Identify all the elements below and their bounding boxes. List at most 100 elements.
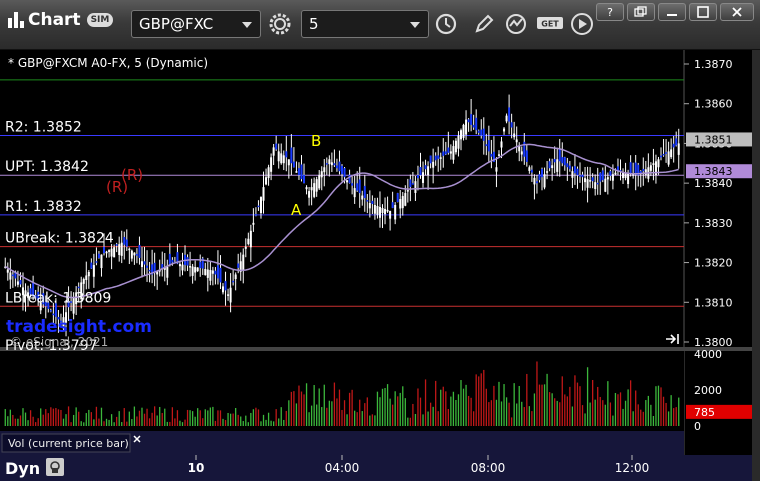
candle-body bbox=[308, 191, 311, 198]
candle-body bbox=[452, 146, 455, 160]
candle-body bbox=[505, 115, 508, 122]
candle-body bbox=[424, 165, 427, 170]
candle-body bbox=[166, 265, 169, 278]
candle-body bbox=[310, 187, 313, 191]
candle-body bbox=[90, 262, 93, 269]
candle-body bbox=[224, 281, 227, 291]
restore-button[interactable] bbox=[627, 3, 655, 21]
candle-body bbox=[411, 183, 414, 185]
chevron-down-icon[interactable] bbox=[410, 22, 420, 28]
candle-body bbox=[513, 133, 516, 138]
window-border bbox=[752, 50, 760, 481]
volume-axis[interactable]: 4000 2000 0785 bbox=[686, 348, 752, 433]
candle-body bbox=[330, 162, 333, 166]
candle-body bbox=[49, 310, 52, 312]
pencil-draw-icon[interactable] bbox=[470, 10, 498, 38]
candle-body bbox=[652, 163, 655, 165]
candle-body bbox=[252, 222, 255, 225]
candle-body bbox=[138, 244, 141, 258]
candle-body bbox=[335, 165, 338, 169]
candle-body bbox=[343, 168, 346, 178]
candle-body bbox=[563, 157, 566, 166]
candle-body bbox=[444, 151, 447, 155]
play-icon[interactable] bbox=[568, 10, 596, 38]
candle-body bbox=[267, 167, 270, 179]
candle-body bbox=[591, 177, 594, 182]
candle-body bbox=[189, 266, 192, 268]
lock-icon[interactable] bbox=[46, 458, 64, 476]
candle-body bbox=[566, 163, 569, 168]
candle-body bbox=[381, 207, 384, 213]
candle-body bbox=[232, 280, 235, 283]
candle-body bbox=[277, 151, 280, 162]
svg-text:GET: GET bbox=[541, 20, 559, 29]
annotation-label: B bbox=[311, 132, 321, 150]
candle-body bbox=[168, 253, 171, 265]
candle-body bbox=[52, 313, 55, 316]
toolbar: Chart SIM GBP@FXC 5 GET ? bbox=[0, 0, 760, 50]
candle-body bbox=[338, 161, 341, 172]
candle-body bbox=[556, 159, 559, 172]
candle-body bbox=[606, 177, 609, 180]
candle-body bbox=[454, 140, 457, 153]
price-tick-label: 1.3820 bbox=[694, 257, 733, 270]
chart-bars-icon bbox=[8, 10, 24, 30]
candle-body bbox=[363, 185, 366, 199]
candle-body bbox=[457, 135, 460, 149]
candle-body bbox=[447, 147, 450, 153]
candle-body bbox=[546, 171, 549, 173]
candle-body bbox=[199, 261, 202, 269]
help-button[interactable]: ? bbox=[596, 3, 624, 21]
candle-body bbox=[16, 281, 19, 285]
candle-body bbox=[601, 170, 604, 181]
candle-body bbox=[530, 169, 533, 173]
scroll-to-end-icon[interactable] bbox=[664, 332, 682, 346]
candle-body bbox=[465, 119, 468, 135]
interval-combobox[interactable]: 5 bbox=[301, 10, 429, 38]
candle-body bbox=[77, 286, 80, 289]
candle-body bbox=[376, 205, 379, 215]
candle-body bbox=[247, 238, 250, 245]
symbol-combobox[interactable]: GBP@FXC bbox=[131, 10, 261, 38]
get-data-icon[interactable]: GET bbox=[535, 10, 567, 38]
chart-area[interactable]: R2: 1.3852 UPT: 1.3842 R1: 1.3832 UBreak: 1… bbox=[0, 50, 760, 481]
time-tick-label: 12:00 bbox=[615, 461, 650, 475]
candle-body bbox=[414, 181, 417, 193]
candle-body bbox=[305, 187, 308, 190]
price-tag-label: 1.3843 bbox=[694, 165, 733, 178]
chevron-down-icon[interactable] bbox=[242, 22, 252, 28]
maximize-button[interactable] bbox=[689, 3, 717, 21]
candle-body bbox=[181, 264, 184, 271]
level-label: UBreak: 1.3824 bbox=[5, 231, 114, 247]
level-label: UPT: 1.3842 bbox=[5, 159, 89, 175]
candle-body bbox=[670, 149, 673, 158]
minimize-button[interactable] bbox=[658, 3, 686, 21]
settings-gear-icon[interactable] bbox=[266, 10, 294, 38]
candle-body bbox=[333, 163, 336, 166]
studies-icon[interactable] bbox=[503, 10, 531, 38]
clock-icon[interactable] bbox=[432, 10, 460, 38]
candle-body bbox=[143, 261, 146, 265]
candle-body bbox=[318, 175, 321, 189]
candle-body bbox=[366, 200, 369, 202]
question-icon: ? bbox=[607, 6, 613, 18]
candle-body bbox=[105, 251, 108, 254]
candle-body bbox=[219, 267, 222, 283]
candle-body bbox=[568, 165, 571, 170]
interval-value: 5 bbox=[309, 15, 319, 33]
candle-body bbox=[378, 206, 381, 218]
window-title-text: Chart bbox=[28, 10, 81, 30]
candle-body bbox=[604, 178, 607, 192]
candle-body bbox=[490, 153, 493, 157]
candle-body bbox=[11, 274, 14, 277]
candle-body bbox=[100, 254, 103, 269]
candle-body bbox=[123, 237, 126, 245]
candle-body bbox=[87, 272, 90, 277]
candle-body bbox=[439, 157, 442, 159]
candle-body bbox=[358, 179, 361, 194]
candle-body bbox=[216, 265, 219, 279]
close-button[interactable] bbox=[720, 3, 754, 21]
candle-body bbox=[487, 140, 490, 152]
panel-separator[interactable] bbox=[0, 347, 752, 351]
candle-body bbox=[642, 168, 645, 172]
